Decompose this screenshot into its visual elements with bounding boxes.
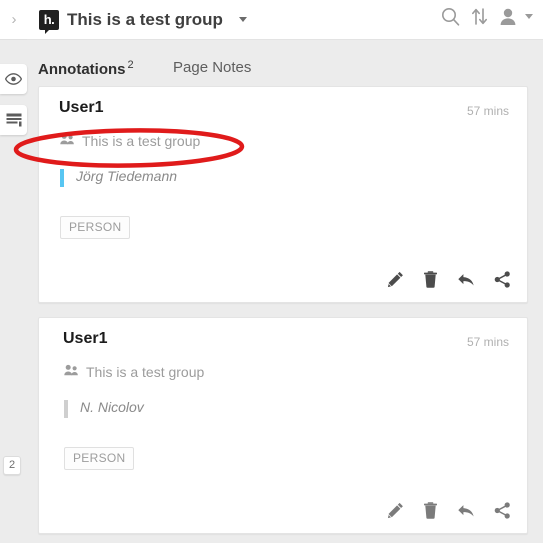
sidebar-tabs: Annotations 2 Page Notes	[27, 40, 543, 83]
sidebar-panel: h. This is a test group Annotations 2 Pa…	[27, 0, 543, 543]
tab-page-notes[interactable]: Page Notes	[173, 59, 251, 76]
group-people-icon	[60, 132, 75, 150]
share-icon[interactable]	[494, 271, 511, 288]
edit-icon[interactable]	[387, 502, 404, 519]
annotation-author[interactable]: User1	[63, 330, 107, 348]
tab-annotations[interactable]: Annotations 2	[38, 59, 134, 78]
annotation-quote: Jörg Tiedemann	[60, 168, 177, 187]
chevron-down-icon[interactable]	[239, 17, 247, 22]
annotation-group-label: This is a test group	[86, 364, 205, 380]
edit-icon[interactable]	[387, 271, 404, 288]
search-icon[interactable]	[441, 7, 460, 26]
user-menu-chevron-down-icon[interactable]	[525, 14, 533, 19]
hypothesis-sidebar-app: › 2 h. This is a test group Annotations …	[0, 0, 543, 543]
delete-icon[interactable]	[423, 502, 438, 519]
annotation-quote: N. Nicolov	[64, 399, 144, 418]
reply-icon[interactable]	[457, 503, 475, 518]
sort-icon[interactable]	[471, 7, 488, 26]
annotation-count-badge[interactable]: 2	[3, 456, 22, 475]
delete-icon[interactable]	[423, 271, 438, 288]
annotation-tag[interactable]: PERSON	[60, 216, 131, 239]
sidebar-right-gutter	[538, 40, 543, 543]
collapse-sidebar-chevron-icon[interactable]: ›	[6, 11, 22, 29]
toggle-highlights-button[interactable]	[0, 64, 27, 94]
group-people-icon	[64, 363, 79, 381]
note-icon	[6, 113, 22, 127]
annotation-timestamp[interactable]: 57 mins	[467, 104, 509, 118]
annotation-timestamp[interactable]: 57 mins	[467, 335, 509, 349]
annotation-card[interactable]: User1 57 mins This is a test group Jörg …	[38, 86, 528, 303]
annotation-author[interactable]: User1	[59, 99, 103, 117]
annotation-group-link[interactable]: This is a test group	[60, 132, 200, 150]
annotation-tag[interactable]: PERSON	[64, 447, 135, 470]
sidebar-topbar: h. This is a test group	[27, 0, 543, 40]
annotation-group-label: This is a test group	[82, 133, 201, 149]
left-toolbar: › 2	[0, 0, 27, 543]
topbar-actions	[441, 7, 533, 26]
eye-icon	[5, 73, 22, 85]
annotation-card[interactable]: User1 57 mins This is a test group N. Ni…	[38, 317, 528, 534]
group-title[interactable]: This is a test group	[67, 9, 223, 31]
annotation-actions	[387, 502, 511, 519]
annotation-group-link[interactable]: This is a test group	[64, 363, 204, 381]
tab-annotations-count: 2	[127, 59, 134, 71]
annotation-actions	[387, 271, 511, 288]
reply-icon[interactable]	[457, 272, 475, 287]
hypothesis-logo-icon[interactable]: h.	[39, 10, 59, 34]
user-avatar-icon[interactable]	[499, 7, 517, 26]
share-icon[interactable]	[494, 502, 511, 519]
new-annotation-button[interactable]	[0, 105, 27, 135]
tab-annotations-label: Annotations	[38, 61, 126, 78]
